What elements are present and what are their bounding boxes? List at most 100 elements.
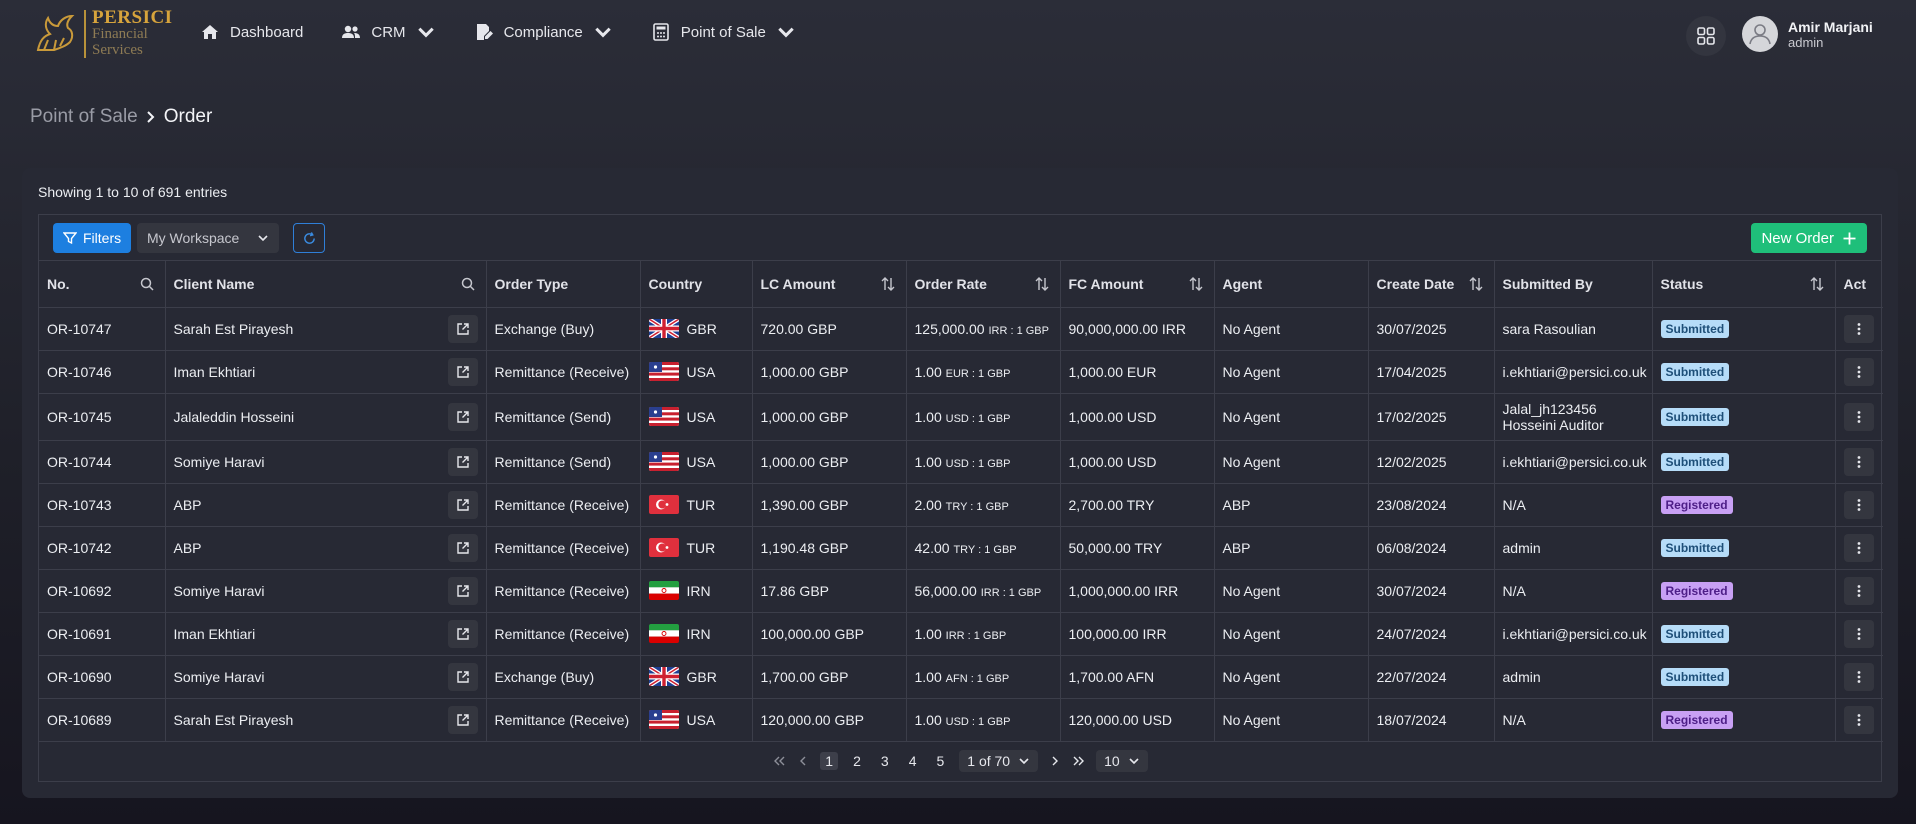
table-row[interactable]: OR-10745 Jalaleddin Hosseini Remittance (S…	[39, 393, 1883, 441]
col-header-order-type[interactable]: Order Type	[486, 261, 641, 308]
open-client-button[interactable]	[447, 576, 478, 605]
order-type: Remittance (Receive)	[486, 483, 641, 527]
nav-dashboard[interactable]: Dashboard	[200, 22, 303, 42]
users-icon	[342, 25, 361, 38]
row-actions-button[interactable]	[1844, 705, 1875, 734]
user-menu[interactable]: Amir Marjani admin	[1742, 16, 1873, 52]
order-number: OR-10690	[39, 655, 166, 699]
create-date: 30/07/2025	[1368, 307, 1495, 351]
client-name-cell: Sarah Est Pirayesh	[165, 307, 487, 351]
page-size-select[interactable]: 10	[1096, 750, 1148, 772]
row-actions-button[interactable]	[1844, 314, 1875, 343]
col-header-submitted-by[interactable]: Submitted By	[1494, 261, 1653, 308]
row-actions-button[interactable]	[1844, 447, 1875, 476]
breadcrumb-parent[interactable]: Point of Sale	[30, 106, 138, 128]
next-page-icon[interactable]	[1048, 754, 1062, 768]
open-client-button[interactable]	[447, 314, 478, 343]
nav-crm[interactable]: CRM	[341, 22, 435, 42]
table-row[interactable]: OR-10747 Sarah Est Pirayesh Exchange (Buy)…	[39, 307, 1883, 351]
open-client-button[interactable]	[447, 533, 478, 562]
nav-compliance[interactable]: Compliance	[474, 22, 613, 42]
nav-label: CRM	[371, 23, 406, 41]
rate-pair: EUR : 1 GBP	[945, 367, 1011, 380]
client-name: Somiye Haravi	[173, 582, 265, 599]
table-row[interactable]: OR-10690 Somiye Haravi Exchange (Buy) GBR 1,…	[39, 655, 1883, 699]
table-row[interactable]: OR-10742 ABP Remittance (Receive) TUR 1,190.…	[39, 526, 1883, 570]
rate-pair: USD : 1 GBP	[945, 457, 1011, 470]
page-number[interactable]: 3	[876, 752, 894, 770]
apps-grid-button[interactable]	[1686, 16, 1726, 56]
sort-icon[interactable]	[1188, 276, 1204, 292]
client-name: Sarah Est Pirayesh	[173, 711, 294, 728]
submitted-by: i.ekhtiari@persici.co.uk	[1494, 612, 1653, 656]
brand-logo[interactable]: PERSICI Financial Services	[30, 8, 173, 58]
col-header-fc-amount[interactable]: FC Amount	[1060, 261, 1215, 308]
prev-page-icon[interactable]	[796, 754, 810, 768]
open-client-button[interactable]	[447, 490, 478, 519]
open-client-button[interactable]	[447, 447, 478, 476]
row-actions-button[interactable]	[1844, 533, 1875, 562]
submitted-by: Jalal_jh123456 Hosseini Auditor	[1494, 393, 1653, 441]
refresh-button[interactable]	[293, 223, 325, 253]
page-of-select[interactable]: 1 of 70	[959, 750, 1039, 772]
status-badge: Registered	[1660, 495, 1733, 514]
row-actions-button[interactable]	[1844, 576, 1875, 605]
sort-icon[interactable]	[1809, 276, 1825, 292]
col-header-status[interactable]: Status	[1652, 261, 1836, 308]
row-actions-button[interactable]	[1844, 619, 1875, 648]
filters-button[interactable]: Filters	[53, 223, 132, 253]
row-actions-button[interactable]	[1844, 357, 1875, 386]
page-number[interactable]: 5	[931, 752, 949, 770]
page-number[interactable]: 1	[820, 752, 839, 770]
new-order-label: New Order	[1761, 229, 1834, 247]
col-header-country[interactable]: Country	[640, 261, 753, 308]
row-actions-button[interactable]	[1844, 662, 1875, 691]
col-header-lc-amount[interactable]: LC Amount	[752, 261, 907, 308]
page-number[interactable]: 4	[904, 752, 922, 770]
sort-icon[interactable]	[1468, 276, 1484, 292]
order-type: Remittance (Receive)	[486, 569, 641, 613]
chevron-down-icon	[258, 235, 268, 242]
order-type: Remittance (Receive)	[486, 612, 641, 656]
search-icon[interactable]	[139, 276, 155, 292]
table-row[interactable]: OR-10691 Iman Ekhtiari Remittance (Receive…	[39, 612, 1883, 656]
submitted-by: i.ekhtiari@persici.co.uk	[1494, 350, 1653, 394]
sort-icon[interactable]	[880, 276, 896, 292]
table-row[interactable]: OR-10743 ABP Remittance (Receive) TUR 1,390.…	[39, 483, 1883, 527]
status-cell: Registered	[1652, 483, 1836, 527]
client-name: Somiye Haravi	[173, 453, 265, 470]
page-number[interactable]: 2	[848, 752, 866, 770]
search-icon[interactable]	[460, 276, 476, 292]
rate-pair: TRY : 1 GBP	[953, 543, 1017, 556]
col-header-client-name[interactable]: Client Name	[165, 261, 487, 308]
workspace-select[interactable]: My Workspace	[137, 223, 279, 253]
order-rate: 1.00 USD : 1 GBP	[906, 393, 1061, 441]
chevron-right-icon	[147, 111, 155, 123]
nav-point-of-sale[interactable]: Point of Sale	[651, 22, 796, 42]
col-header-create-date[interactable]: Create Date	[1368, 261, 1495, 308]
external-link-icon	[456, 498, 469, 511]
open-client-button[interactable]	[447, 662, 478, 691]
actions-cell	[1835, 655, 1883, 699]
first-page-icon[interactable]	[772, 754, 786, 768]
col-header-no[interactable]: No.	[39, 261, 166, 308]
last-page-icon[interactable]	[1072, 754, 1086, 768]
col-header-agent[interactable]: Agent	[1214, 261, 1369, 308]
new-order-button[interactable]: New Order	[1751, 223, 1867, 253]
order-rate: 56,000.00 IRR : 1 GBP	[906, 569, 1061, 613]
table-row[interactable]: OR-10744 Somiye Haravi Remittance (Send) US…	[39, 440, 1883, 484]
open-client-button[interactable]	[447, 619, 478, 648]
submitted-by: i.ekhtiari@persici.co.uk	[1494, 440, 1653, 484]
sort-icon[interactable]	[1034, 276, 1050, 292]
submitted-by: admin	[1494, 526, 1653, 570]
open-client-button[interactable]	[447, 357, 478, 386]
col-header-order-rate[interactable]: Order Rate	[906, 261, 1061, 308]
table-row[interactable]: OR-10692 Somiye Haravi Remittance (Receive…	[39, 569, 1883, 613]
open-client-button[interactable]	[447, 402, 478, 431]
table-row[interactable]: OR-10689 Sarah Est Pirayesh Remittance (Re…	[39, 698, 1883, 742]
row-actions-button[interactable]	[1844, 402, 1875, 431]
status-cell: Registered	[1652, 698, 1836, 742]
open-client-button[interactable]	[447, 705, 478, 734]
table-row[interactable]: OR-10746 Iman Ekhtiari Remittance (Receive…	[39, 350, 1883, 394]
row-actions-button[interactable]	[1844, 490, 1875, 519]
